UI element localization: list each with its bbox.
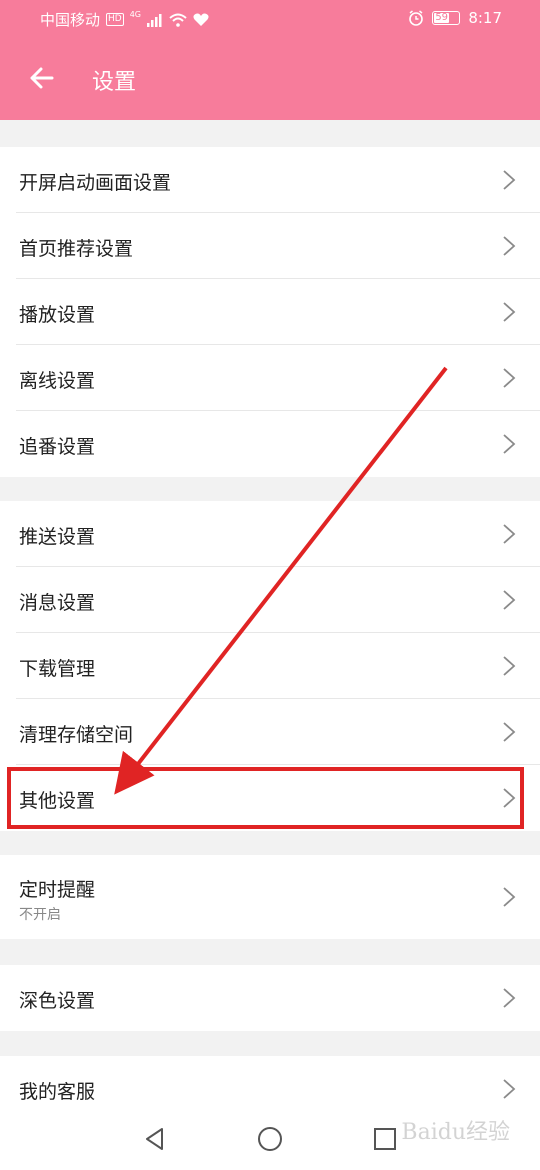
highlight-box [7,767,524,829]
settings-item-label: 下载管理 [19,658,96,680]
watermark: Baidu经验 [401,1120,510,1145]
chevron-right-icon [503,1079,516,1099]
settings-item-timer[interactable]: 定时提醒 不开启 [0,855,540,939]
signal-icon [147,13,162,27]
circle-home-icon[interactable] [257,1126,283,1152]
wifi-icon [169,13,187,27]
settings-item-status: 不开启 [19,907,61,923]
chevron-right-icon [503,656,516,676]
page-title: 设置 [92,70,137,95]
settings-item-download[interactable]: 下载管理 [0,633,540,699]
settings-item-label: 离线设置 [19,370,96,392]
settings-item-splash[interactable]: 开屏启动画面设置 [0,147,540,213]
settings-item-home-recommend[interactable]: 首页推荐设置 [0,213,540,279]
battery-indicator: 59 [432,11,461,25]
settings-item-label: 我的客服 [19,1081,96,1103]
chevron-right-icon [503,524,516,544]
chevron-right-icon [503,302,516,322]
heart-icon [193,13,209,26]
arrow-left-icon[interactable] [24,60,60,96]
settings-group-timer: 定时提醒 不开启 [0,855,540,939]
chevron-right-icon [503,170,516,190]
alarm-icon [409,10,424,26]
settings-item-label: 播放设置 [19,304,96,326]
settings-item-push[interactable]: 推送设置 [0,501,540,567]
chevron-right-icon [503,988,516,1008]
settings-item-label: 定时提醒 [19,879,96,901]
carrier-label: 中国移动 [40,11,101,29]
network-type: 4G [129,10,142,19]
chevron-right-icon [503,887,516,907]
settings-item-label: 深色设置 [19,990,96,1012]
settings-item-storage[interactable]: 清理存储空间 [0,699,540,765]
settings-item-label: 追番设置 [19,436,96,458]
settings-item-label: 开屏启动画面设置 [19,172,172,194]
status-time: 8:17 [468,9,502,27]
settings-item-message[interactable]: 消息设置 [0,567,540,633]
app-header: 中国移动 HD 4G 59 8:17 设置 [0,0,540,120]
settings-item-label: 首页推荐设置 [19,238,134,260]
chevron-right-icon [503,722,516,742]
triangle-back-icon[interactable] [142,1126,168,1152]
settings-group-dark: 深色设置 [0,965,540,1031]
settings-item-label: 清理存储空间 [19,724,134,746]
chevron-right-icon [503,434,516,454]
settings-item-dark-mode[interactable]: 深色设置 [0,965,540,1031]
settings-item-playback[interactable]: 播放设置 [0,279,540,345]
status-bar: 中国移动 HD 4G 59 8:17 [0,0,540,36]
settings-group-general: 开屏启动画面设置 首页推荐设置 播放设置 离线设置 追番设置 [0,147,540,477]
settings-item-follow[interactable]: 追番设置 [0,411,540,477]
chevron-right-icon [503,590,516,610]
hd-badge: HD [106,13,124,26]
settings-item-label: 消息设置 [19,592,96,614]
chevron-right-icon [503,236,516,256]
settings-item-offline[interactable]: 离线设置 [0,345,540,411]
settings-item-label: 推送设置 [19,526,96,548]
battery-level: 59 [435,12,449,23]
square-recent-icon[interactable] [372,1126,398,1152]
chevron-right-icon [503,368,516,388]
